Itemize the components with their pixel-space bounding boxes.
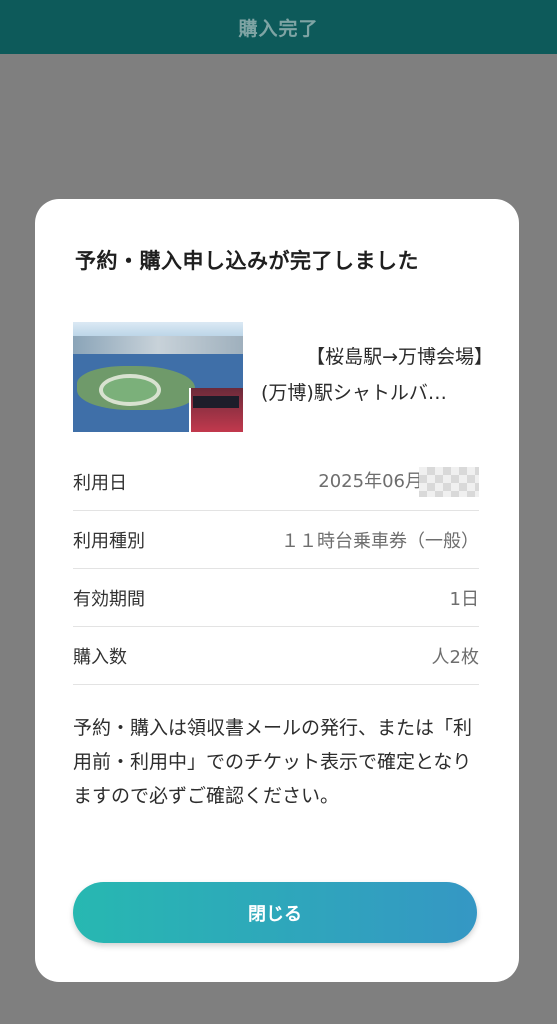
detail-value: １１時台乗車券（一般） xyxy=(281,530,479,552)
redacted-mask xyxy=(419,466,479,497)
detail-label: 利用種別 xyxy=(73,530,145,552)
detail-row-ticket-type: 利用種別 １１時台乗車券（一般） xyxy=(73,511,479,569)
detail-label: 利用日 xyxy=(73,472,127,494)
detail-value: 2025年06月 xyxy=(318,470,423,492)
confirmation-notice: 予約・購入は領収書メールの発行、または「利用前・利用中」でのチケット表示で確定と… xyxy=(73,717,473,807)
app-header: 購入完了 xyxy=(0,0,557,54)
detail-label: 有効期間 xyxy=(73,588,145,610)
detail-row-validity: 有効期間 1日 xyxy=(73,569,479,627)
purchase-complete-dialog: 予約・購入申し込みが完了しました 【桜島駅→万博会場】 (万博)駅シャトルバ… … xyxy=(35,199,519,982)
header-title: 購入完了 xyxy=(238,17,319,40)
purchase-details: 利用日 2025年06月 利用種別 １１時台乗車券（一般） 有効期間 1日 購入… xyxy=(73,453,479,685)
detail-row-usage-date: 利用日 2025年06月 xyxy=(73,453,479,511)
detail-label: 購入数 xyxy=(73,646,127,668)
detail-value: 人2枚 xyxy=(431,646,479,668)
detail-value: 1日 xyxy=(449,588,479,610)
ticket-name-line2: (万博)駅シャトルバ… xyxy=(261,382,447,404)
close-button[interactable]: 閉じる xyxy=(73,882,477,943)
ticket-name-line1: 【桜島駅→万博会場】 xyxy=(306,346,493,368)
dialog-title: 予約・購入申し込みが完了しました xyxy=(75,249,419,273)
ticket-name: 【桜島駅→万博会場】 (万博)駅シャトルバ… xyxy=(261,339,501,411)
ticket-thumbnail-image xyxy=(73,322,243,432)
detail-row-quantity: 購入数 人2枚 xyxy=(73,627,479,685)
